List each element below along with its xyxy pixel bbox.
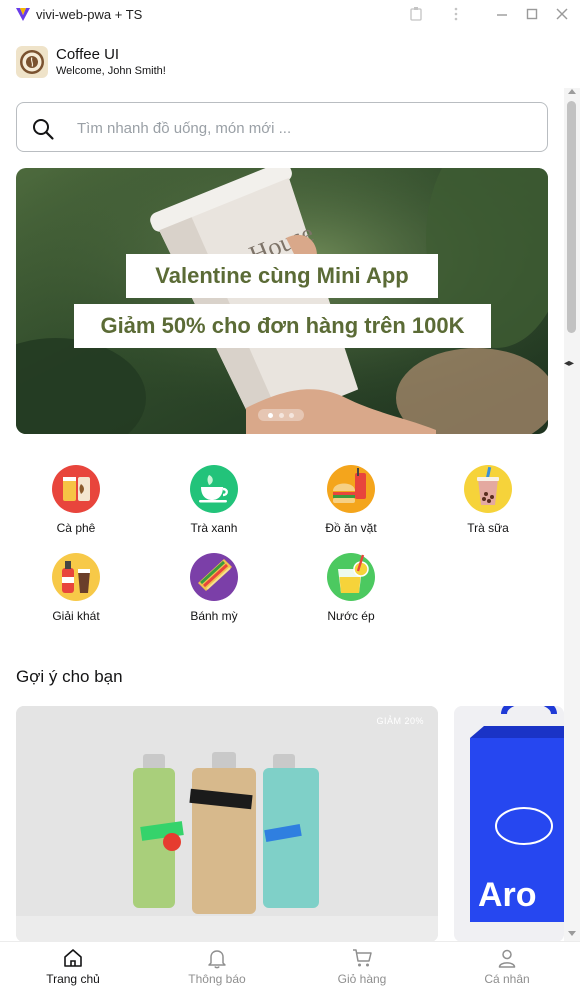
close-icon[interactable]: [554, 6, 570, 22]
sandwich-icon: [190, 553, 238, 601]
green-tea-icon: [190, 465, 238, 513]
juice-icon: [327, 553, 375, 601]
pagination-dot[interactable]: [278, 412, 284, 418]
pagination-dot[interactable]: [267, 412, 273, 418]
product-image: [16, 706, 438, 942]
nav-item-notifications[interactable]: Thông báo: [157, 942, 277, 991]
search-box[interactable]: [16, 102, 548, 152]
nav-label: Cá nhân: [484, 972, 530, 986]
category-label: Bánh mỳ: [190, 609, 238, 623]
resize-handle-icon[interactable]: ◂▸: [564, 358, 574, 369]
home-icon: [64, 949, 82, 967]
coffee-icon: [52, 465, 100, 513]
discount-badge: GIẢM 20%: [376, 716, 424, 726]
category-milk-tea[interactable]: Trà sữa: [428, 465, 548, 535]
bell-icon: [208, 950, 226, 969]
extension-icon[interactable]: [408, 6, 424, 22]
category-label: Giải khát: [52, 609, 100, 623]
minimize-icon[interactable]: [494, 6, 510, 22]
more-options-icon[interactable]: [448, 6, 464, 22]
nav-item-profile[interactable]: Cá nhân: [447, 942, 567, 991]
cart-icon: [353, 949, 372, 967]
snack-icon: [327, 465, 375, 513]
nav-item-cart[interactable]: Giỏ hàng: [302, 942, 422, 991]
category-juice[interactable]: Nước ép: [291, 553, 411, 623]
product-image: Aro: [454, 706, 564, 942]
scroll-down-arrow-icon[interactable]: [568, 931, 576, 936]
category-soft-drinks[interactable]: Giải khát: [16, 553, 136, 623]
category-label: Cà phê: [56, 521, 96, 535]
maximize-icon[interactable]: [524, 6, 540, 22]
banner-image: House: [16, 168, 548, 434]
user-icon: [498, 949, 516, 968]
window-titlebar: vivi-web-pwa + TS: [0, 0, 580, 30]
category-snacks[interactable]: Đồ ăn vặt: [291, 465, 411, 535]
product-card[interactable]: GIẢM 20%: [16, 706, 438, 942]
svg-text:Aro: Aro: [478, 876, 537, 914]
coffee-logo-icon: [20, 50, 44, 74]
banner-headline: Valentine cùng Mini App: [126, 254, 438, 298]
milk-tea-icon: [464, 465, 512, 513]
bottom-navigation: Trang chủ Thông báo Giỏ hàng Cá nhân: [0, 941, 580, 991]
scrollbar-thumb[interactable]: [567, 101, 576, 333]
nav-label: Trang chủ: [46, 972, 100, 986]
window-title: vivi-web-pwa + TS: [36, 7, 143, 22]
category-label: Đồ ăn vặt: [325, 521, 377, 535]
nav-item-home[interactable]: Trang chủ: [13, 942, 133, 991]
avatar[interactable]: [16, 46, 48, 78]
category-label: Nước ép: [327, 609, 375, 623]
search-input[interactable]: [77, 116, 517, 140]
category-label: Trà xanh: [190, 521, 238, 535]
category-banh-mi[interactable]: Bánh mỳ: [154, 553, 274, 623]
nav-label: Thông báo: [188, 972, 246, 986]
welcome-text: Welcome, John Smith!: [56, 65, 166, 77]
app-name: Coffee UI: [56, 46, 120, 63]
pagination-dot[interactable]: [289, 412, 295, 418]
app-header: Coffee UI Welcome, John Smith!: [16, 45, 166, 79]
soft-drink-icon: [52, 553, 100, 601]
section-title-recommendations: Gợi ý cho bạn: [16, 667, 123, 686]
scroll-up-arrow-icon[interactable]: [568, 89, 576, 94]
search-icon: [33, 119, 54, 140]
banner-subheadline: Giảm 50% cho đơn hàng trên 100K: [74, 304, 491, 348]
nav-label: Giỏ hàng: [337, 972, 387, 986]
promo-banner[interactable]: House Valentine cùng Mini App Giảm 50% c…: [16, 168, 548, 434]
category-label: Trà sữa: [467, 521, 509, 535]
product-card[interactable]: Aro: [454, 706, 564, 942]
category-coffee[interactable]: Cà phê: [16, 465, 136, 535]
category-green-tea[interactable]: Trà xanh: [154, 465, 274, 535]
banner-pagination[interactable]: [258, 409, 304, 421]
app-logo-icon: [16, 8, 30, 21]
